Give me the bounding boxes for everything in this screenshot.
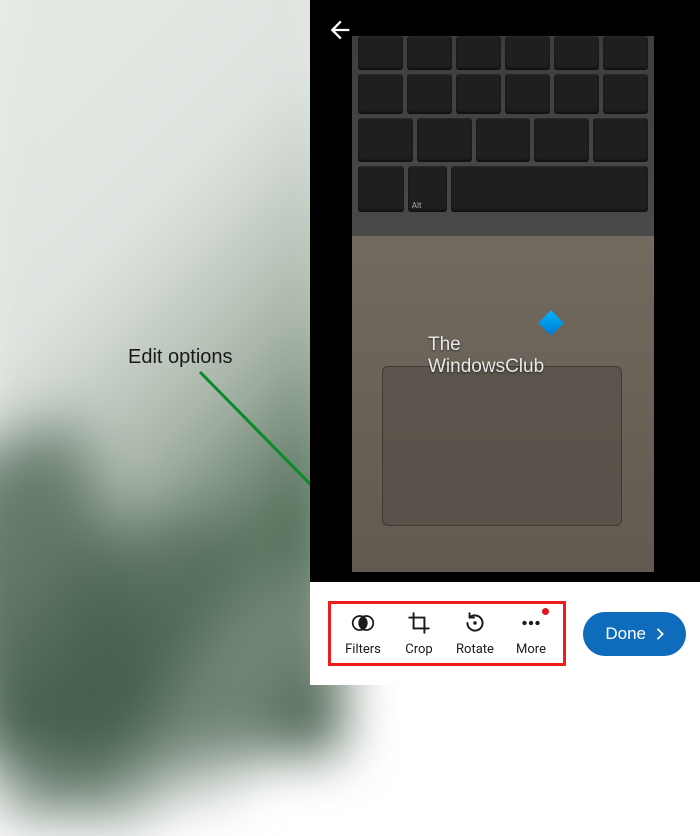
done-label: Done [605,624,646,644]
crop-icon [406,610,432,636]
alt-key: Alt [408,166,447,212]
phone-frame: Alt The WindowsClub Filters [310,0,700,685]
tool-label: Rotate [456,642,494,657]
crop-button[interactable]: Crop [391,610,447,657]
edit-options-group: Filters Crop Rotate [328,601,566,666]
desktop-wallpaper [0,0,341,753]
done-button[interactable]: Done [583,612,686,656]
image-watermark: The WindowsClub [428,334,544,378]
rotate-icon [462,610,488,636]
chevron-right-icon [652,626,668,642]
image-editor: Alt The WindowsClub [310,0,700,582]
keyboard-row [352,118,654,162]
spacebar-key [451,166,648,212]
editor-toolbar: Filters Crop Rotate [310,582,700,685]
rotate-button[interactable]: Rotate [447,610,503,657]
keyboard-row: Alt [352,166,654,212]
laptop-palmrest [352,236,654,572]
annotation-label: Edit options [128,346,233,369]
tool-label: Crop [405,642,432,657]
tool-label: Filters [345,642,381,657]
notification-dot-icon [542,608,549,615]
keyboard-row [352,36,654,70]
back-button[interactable] [326,16,354,44]
laptop-trackpad [382,366,622,526]
watermark-line2: WindowsClub [428,356,544,378]
more-button[interactable]: More [503,610,559,657]
back-arrow-icon [326,16,354,44]
keyboard-row [352,74,654,114]
filters-icon [350,610,376,636]
filters-button[interactable]: Filters [335,610,391,657]
more-icon [518,610,544,636]
watermark-line1: The [428,334,544,356]
tool-label: More [516,642,546,657]
scanned-image[interactable]: Alt The WindowsClub [352,36,654,572]
